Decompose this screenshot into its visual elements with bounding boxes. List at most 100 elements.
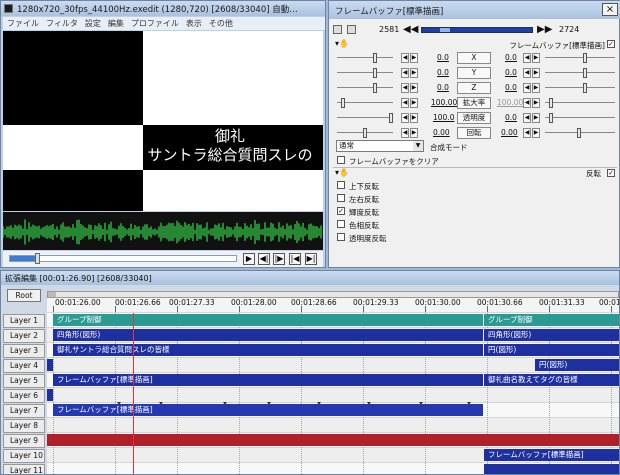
keyframe-marker[interactable] — [419, 402, 423, 405]
timeline-clip[interactable]: フレームバッファ[標準描画] — [53, 374, 483, 386]
left-slider-thumb[interactable] — [389, 113, 393, 123]
layer-header[interactable]: Layer 4 — [3, 359, 45, 373]
chevron-down-icon[interactable]: ▼ — [413, 141, 423, 151]
timeline-clip[interactable]: 円(図形) — [535, 359, 619, 371]
keyframe-marker[interactable] — [467, 402, 471, 405]
timeline-clip[interactable]: グループ制御 — [53, 314, 483, 326]
layer-header[interactable]: Layer 11 — [3, 464, 45, 474]
timeline-tracks[interactable]: グループ制御 グループ制御 四角形(図形) 四角形(図形) 御礼サントラ総合質問… — [47, 313, 619, 474]
right-slider[interactable] — [545, 57, 615, 58]
left-slider-thumb[interactable] — [373, 68, 377, 78]
settings-title-bar[interactable]: フレームバッファ[標準描画] × — [329, 1, 620, 19]
invert-alpha-option[interactable]: 透明度反転 — [337, 232, 437, 243]
menu-profile[interactable]: プロファイル — [131, 17, 179, 30]
keyframe-marker[interactable] — [367, 402, 371, 405]
param-label-x[interactable]: X — [457, 52, 491, 64]
layer-header[interactable]: Layer 5 — [3, 374, 45, 388]
param-left-value[interactable]: 100.00 — [431, 98, 457, 107]
param-left-value[interactable]: 100.0 — [433, 113, 454, 122]
param-right-value[interactable]: 0.0 — [505, 53, 517, 62]
increment-arrow[interactable]: ▶ — [410, 68, 418, 78]
right-slider-thumb[interactable] — [577, 128, 581, 138]
decrement-arrow[interactable]: ◀ — [523, 128, 531, 138]
time-ruler[interactable]: 00:01:26.00 00:01:26.66 00:01:27.33 00:0… — [47, 298, 619, 312]
param-right-value[interactable]: 0.0 — [505, 83, 517, 92]
timeline-clip[interactable]: フレームバッファ[標準描画] — [53, 404, 483, 416]
layer-header[interactable]: Layer 9 — [3, 434, 45, 448]
keyframe-marker[interactable] — [267, 402, 271, 405]
flip-vertical-checkbox[interactable] — [337, 181, 345, 189]
param-right-value[interactable]: 0.00 — [501, 128, 518, 137]
increment-arrow[interactable]: ▶ — [410, 98, 418, 108]
timeline-title-bar[interactable]: 拡張編集 [00:01:26.90] [2608/33040] — [1, 271, 619, 285]
right-slider[interactable] — [545, 117, 615, 118]
keyframe-marker[interactable] — [159, 402, 163, 405]
timeline-clip[interactable]: フレームバッファ[標準描画] — [484, 449, 619, 461]
jump-end-icon[interactable]: ▶| — [305, 253, 317, 265]
toggle-icon[interactable] — [347, 25, 356, 34]
decrement-arrow[interactable]: ◀ — [523, 68, 531, 78]
increment-arrow[interactable]: ▶ — [532, 128, 540, 138]
decrement-arrow[interactable]: ◀ — [401, 53, 409, 63]
menu-file[interactable]: ファイル — [7, 17, 39, 30]
menu-view[interactable]: 表示 — [186, 17, 202, 30]
clear-buffer-option[interactable]: フレームバッファをクリア — [337, 155, 497, 166]
param-left-value[interactable]: 0.0 — [437, 53, 449, 62]
left-slider[interactable] — [337, 57, 393, 58]
decrement-arrow[interactable]: ◀ — [401, 113, 409, 123]
timeline-clip[interactable]: 四角形(図形) — [484, 329, 619, 341]
timeline-clip[interactable] — [47, 359, 53, 371]
timeline-clip[interactable]: グループ制御 — [484, 314, 619, 326]
layer-header[interactable]: Layer 7 — [3, 404, 45, 418]
timeline-clip[interactable] — [484, 464, 619, 474]
increment-arrow[interactable]: ▶ — [410, 53, 418, 63]
next-frame-icon[interactable]: |▶ — [273, 253, 285, 265]
timeline-horizontal-scrollbar[interactable] — [47, 291, 619, 298]
invert-alpha-checkbox[interactable] — [337, 233, 345, 241]
param-label-zoom[interactable]: 拡大率 — [457, 97, 491, 109]
menu-filter[interactable]: フィルタ — [46, 17, 78, 30]
keyframe-marker[interactable] — [223, 402, 227, 405]
param-right-value[interactable]: 0.0 — [505, 68, 517, 77]
increment-arrow[interactable]: ▶ — [532, 113, 540, 123]
increment-arrow[interactable]: ▶ — [410, 128, 418, 138]
decrement-arrow[interactable]: ◀ — [523, 113, 531, 123]
rewind-icon[interactable]: ◀◀ — [403, 24, 418, 35]
play-icon[interactable]: ▶ — [243, 253, 255, 265]
param-right-value[interactable]: 0.0 — [505, 113, 517, 122]
flip-enable-checkbox[interactable]: ✓ — [607, 169, 615, 177]
param-label-y[interactable]: Y — [457, 67, 491, 79]
menu-edit[interactable]: 編集 — [108, 17, 124, 30]
decrement-arrow[interactable]: ◀ — [401, 68, 409, 78]
left-slider-thumb[interactable] — [373, 53, 377, 63]
seek-bar[interactable] — [9, 253, 237, 264]
right-slider-thumb[interactable] — [549, 113, 553, 123]
right-slider[interactable] — [545, 72, 615, 73]
timeline-clip[interactable]: 四角形(図形) — [53, 329, 483, 341]
left-slider[interactable] — [337, 102, 393, 103]
timeline-clip[interactable]: 御礼サントラ総合質問スレの皆様 — [53, 344, 483, 356]
menu-settings[interactable]: 設定 — [85, 17, 101, 30]
invert-luminance-checkbox[interactable]: ✓ — [337, 207, 345, 215]
decrement-arrow[interactable]: ◀ — [523, 83, 531, 93]
increment-arrow[interactable]: ▶ — [410, 113, 418, 123]
increment-arrow[interactable]: ▶ — [410, 83, 418, 93]
right-slider-thumb[interactable] — [549, 98, 553, 108]
layer-header[interactable]: Layer 2 — [3, 329, 45, 343]
right-slider[interactable] — [545, 102, 615, 103]
invert-hue-checkbox[interactable] — [337, 220, 345, 228]
layer-header[interactable]: Layer 3 — [3, 344, 45, 358]
right-slider-thumb[interactable] — [583, 53, 587, 63]
param-left-value[interactable]: 0.0 — [437, 68, 449, 77]
decrement-arrow[interactable]: ◀ — [401, 98, 409, 108]
param-label-rotation[interactable]: 回転 — [457, 127, 491, 139]
flip-vertical-option[interactable]: 上下反転 — [337, 180, 437, 191]
increment-arrow[interactable]: ▶ — [532, 98, 540, 108]
flip-horizontal-checkbox[interactable] — [337, 194, 345, 202]
close-button[interactable]: × — [602, 3, 618, 16]
increment-arrow[interactable]: ▶ — [532, 53, 540, 63]
blend-mode-select[interactable]: 通常 ▼ — [336, 140, 424, 152]
invert-hue-option[interactable]: 色相反転 — [337, 219, 437, 230]
prev-frame-icon[interactable]: ◀| — [258, 253, 270, 265]
param-label-opacity[interactable]: 透明度 — [457, 112, 491, 124]
